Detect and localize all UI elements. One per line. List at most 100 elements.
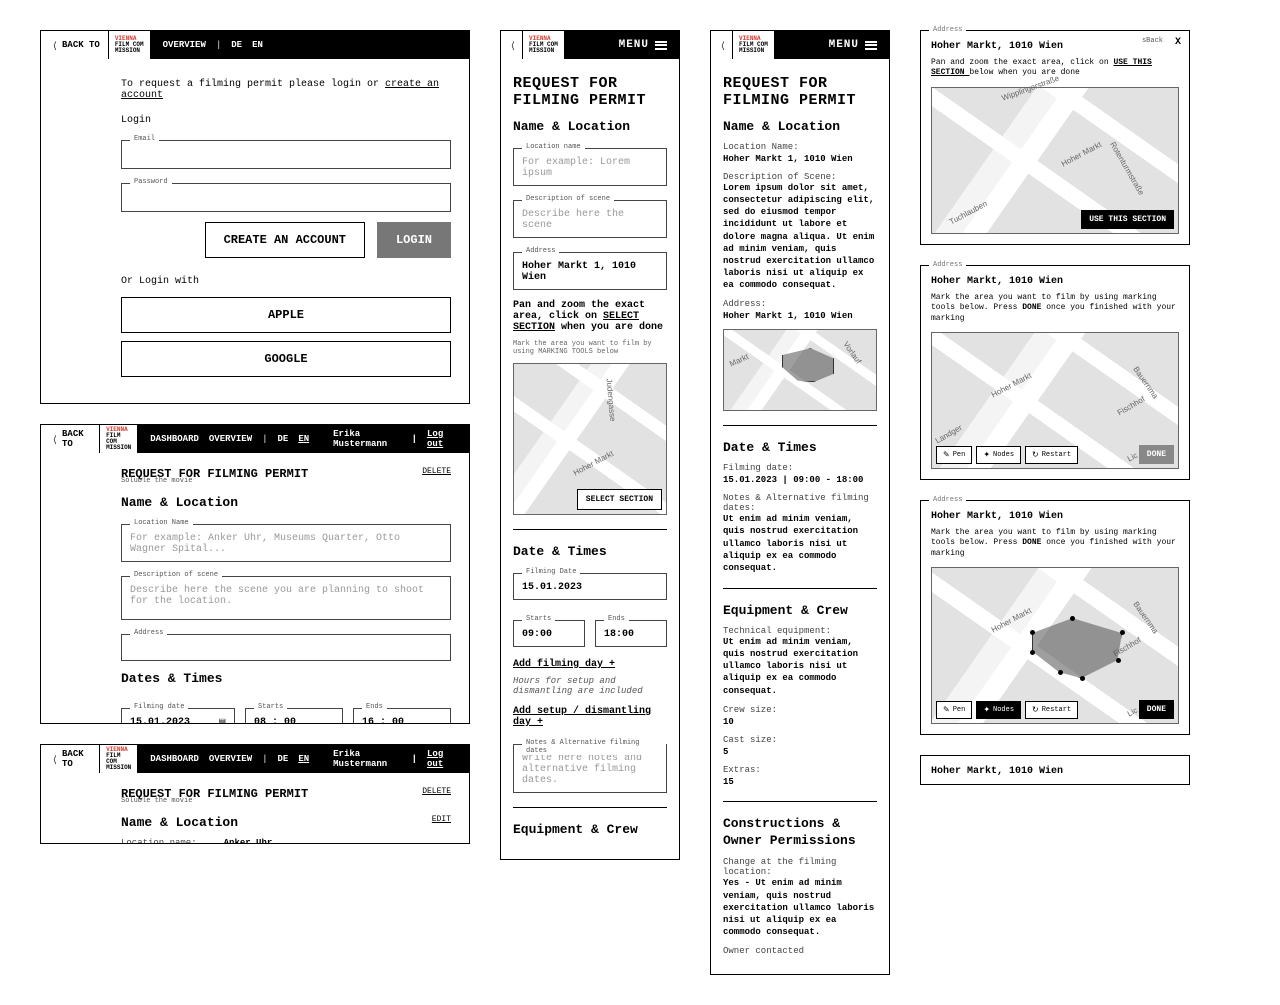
map-container[interactable]: Judengasse Hoher Markt SELECT SECTION bbox=[513, 363, 667, 515]
login-heading: Login bbox=[121, 115, 451, 126]
tool-restart[interactable]: ↻Restart bbox=[1025, 446, 1078, 464]
topbar: 〈 VIENNA FILM COM MISSION MENU bbox=[501, 31, 679, 59]
user-name: Erika Mustermann bbox=[333, 429, 401, 449]
nav-dashboard[interactable]: DASHBOARD bbox=[150, 434, 199, 444]
restart-icon: ↻ bbox=[1032, 450, 1039, 460]
section-name-location: Name & Location bbox=[513, 119, 667, 134]
sback-label: sBack bbox=[1142, 37, 1163, 45]
section-name-location: Name & Location bbox=[723, 119, 877, 134]
done-button[interactable]: DONE bbox=[1139, 700, 1174, 719]
nav-en[interactable]: EN bbox=[298, 434, 309, 444]
vfc-logo[interactable]: VIENNA FILM COM MISSION bbox=[109, 31, 151, 59]
add-filming-day-link[interactable]: Add filming day + bbox=[513, 659, 615, 670]
starts-field[interactable]: Starts 09:00 bbox=[513, 620, 585, 647]
address-field[interactable]: Address Hoher Markt 1, 1010 Wien bbox=[513, 252, 667, 290]
map-container[interactable]: Hoher Markt Bauernma Fischhof Landger Li… bbox=[931, 332, 1179, 469]
back-button[interactable]: 〈 BACK TO bbox=[41, 745, 100, 773]
apple-login-button[interactable]: APPLE bbox=[121, 297, 451, 333]
burger-icon bbox=[865, 41, 877, 50]
back-button[interactable]: 〈 bbox=[501, 31, 523, 59]
topbar: 〈 BACK TO VIENNA FILM COM MISSION DASHBO… bbox=[41, 745, 469, 773]
vfc-logo[interactable]: VIENNA FILM COM MISSION bbox=[100, 745, 138, 773]
restart-icon: ↻ bbox=[1032, 705, 1039, 715]
logout-link[interactable]: Log out bbox=[427, 749, 457, 769]
scene-description-field[interactable]: Description of scene Describe here the s… bbox=[513, 200, 667, 238]
section-dates-times: Dates & Times bbox=[121, 671, 451, 686]
back-button[interactable]: 〈 BACK TO bbox=[41, 31, 109, 59]
logout-link[interactable]: Log out bbox=[427, 429, 457, 449]
done-button[interactable]: DONE bbox=[1139, 445, 1174, 464]
chevron-left-icon: 〈 bbox=[509, 39, 514, 52]
nav-de[interactable]: DE bbox=[231, 40, 242, 50]
nav-dashboard[interactable]: DASHBOARD bbox=[150, 754, 199, 764]
section-equipment-crew: Equipment & Crew bbox=[723, 603, 877, 618]
poly-handle[interactable] bbox=[1058, 670, 1063, 675]
login-panel: 〈 BACK TO VIENNA FILM COM MISSION OVERVI… bbox=[40, 30, 470, 404]
vfc-logo[interactable]: VIENNA FILM COM MISSION bbox=[523, 31, 565, 59]
tool-nodes[interactable]: ✦Nodes bbox=[976, 701, 1021, 719]
map-stage-pan: Address X sBack Hoher Markt, 1010 Wien P… bbox=[920, 30, 1190, 245]
email-field[interactable]: Email bbox=[121, 140, 451, 169]
poly-handle[interactable] bbox=[1120, 630, 1125, 635]
map-container[interactable]: Markt Vorlauf bbox=[723, 329, 877, 411]
nav-overview[interactable]: OVERVIEW bbox=[163, 40, 206, 50]
pen-icon: ✎ bbox=[943, 705, 950, 715]
filming-date-field[interactable]: Filming date 15.01.2023 ▤ bbox=[121, 708, 235, 724]
vfc-logo[interactable]: VIENNA FILM COM MISSION bbox=[100, 425, 138, 453]
poly-handle[interactable] bbox=[1080, 676, 1085, 681]
location-name-field[interactable]: Location Name For example: Anker Uhr, Mu… bbox=[121, 524, 451, 562]
nav-overview[interactable]: OVERVIEW bbox=[209, 754, 252, 764]
map-toolbar: ✎Pen ✦Nodes ↻Restart bbox=[936, 446, 1078, 464]
scene-description-field[interactable]: Description of scene Describe here the s… bbox=[121, 576, 451, 620]
nav-en[interactable]: EN bbox=[298, 754, 309, 764]
poly-handle[interactable] bbox=[1116, 658, 1121, 663]
edit-link[interactable]: EDIT bbox=[432, 815, 451, 824]
back-button[interactable]: 〈 BACK TO bbox=[41, 425, 100, 453]
location-name-field[interactable]: Location name For example: Lorem ipsum bbox=[513, 148, 667, 186]
create-account-button[interactable]: CREATE AN ACCOUNT bbox=[205, 222, 365, 258]
delete-link[interactable]: DELETE bbox=[422, 467, 451, 476]
dashboard-readonly-panel: 〈 BACK TO VIENNA FILM COM MISSION DASHBO… bbox=[40, 744, 470, 844]
password-field[interactable]: Password bbox=[121, 183, 451, 212]
nav-overview[interactable]: OVERVIEW bbox=[209, 434, 252, 444]
tool-restart[interactable]: ↻Restart bbox=[1025, 701, 1078, 719]
add-setup-day-link[interactable]: Add setup / dismantling day + bbox=[513, 706, 667, 728]
map-mark-hint: Mark the area you want to film by using … bbox=[513, 340, 667, 356]
tool-pen[interactable]: ✎Pen bbox=[936, 701, 972, 719]
mark-hint: Mark the area you want to film by using … bbox=[931, 293, 1179, 324]
map-container[interactable]: Hoher Markt Bauernma Fischhof Lic ✎Pen ✦… bbox=[931, 567, 1179, 724]
notes-field[interactable]: Notes & Alternative filming dates Write … bbox=[513, 744, 667, 793]
login-buttons: CREATE AN ACCOUNT LOGIN bbox=[121, 222, 451, 258]
section-dates-times: Date & Times bbox=[513, 544, 667, 559]
tool-pen[interactable]: ✎Pen bbox=[936, 446, 972, 464]
use-section-button[interactable]: USE THIS SECTION bbox=[1081, 210, 1174, 229]
google-login-button[interactable]: GOOGLE bbox=[121, 341, 451, 377]
section-name-location: Name & Location bbox=[121, 495, 451, 510]
delete-link[interactable]: DELETE bbox=[422, 787, 451, 796]
login-button[interactable]: LOGIN bbox=[377, 222, 451, 258]
marked-polygon[interactable] bbox=[1032, 618, 1122, 678]
map-container[interactable]: Wipplingerstraße Hoher Markt Tuchlauben … bbox=[931, 87, 1179, 234]
map-pan-hint: Pan and zoom the exact area, click on SE… bbox=[513, 300, 667, 333]
back-button[interactable]: 〈 bbox=[711, 31, 733, 59]
address-field[interactable]: Address bbox=[121, 634, 451, 661]
menu-button[interactable]: MENU bbox=[817, 31, 889, 59]
menu-button[interactable]: MENU bbox=[607, 31, 679, 59]
calendar-icon[interactable]: ▤ bbox=[218, 717, 226, 724]
topbar: 〈 VIENNA FILM COM MISSION MENU bbox=[711, 31, 889, 59]
select-section-button[interactable]: SELECT SECTION bbox=[577, 489, 662, 510]
back-label: BACK TO bbox=[62, 40, 100, 50]
nav-de[interactable]: DE bbox=[278, 754, 289, 764]
vfc-logo[interactable]: VIENNA FILM COM MISSION bbox=[733, 31, 775, 59]
starts-field[interactable]: Starts 08 : 00 bbox=[245, 708, 343, 724]
close-button[interactable]: X bbox=[1175, 37, 1181, 48]
hours-note: Hours for setup and dismantling are incl… bbox=[513, 676, 667, 696]
filming-date-field[interactable]: Filming Date 15.01.2023 bbox=[513, 573, 667, 600]
ends-field[interactable]: Ends 18:00 bbox=[595, 620, 667, 647]
mark-hint: Mark the area you want to film by using … bbox=[931, 528, 1179, 559]
tool-nodes[interactable]: ✦Nodes bbox=[976, 446, 1021, 464]
nav-en[interactable]: EN bbox=[252, 40, 263, 50]
nav-de[interactable]: DE bbox=[278, 434, 289, 444]
ends-field[interactable]: Ends 16 : 00 bbox=[353, 708, 451, 724]
poly-handle[interactable] bbox=[1030, 650, 1035, 655]
